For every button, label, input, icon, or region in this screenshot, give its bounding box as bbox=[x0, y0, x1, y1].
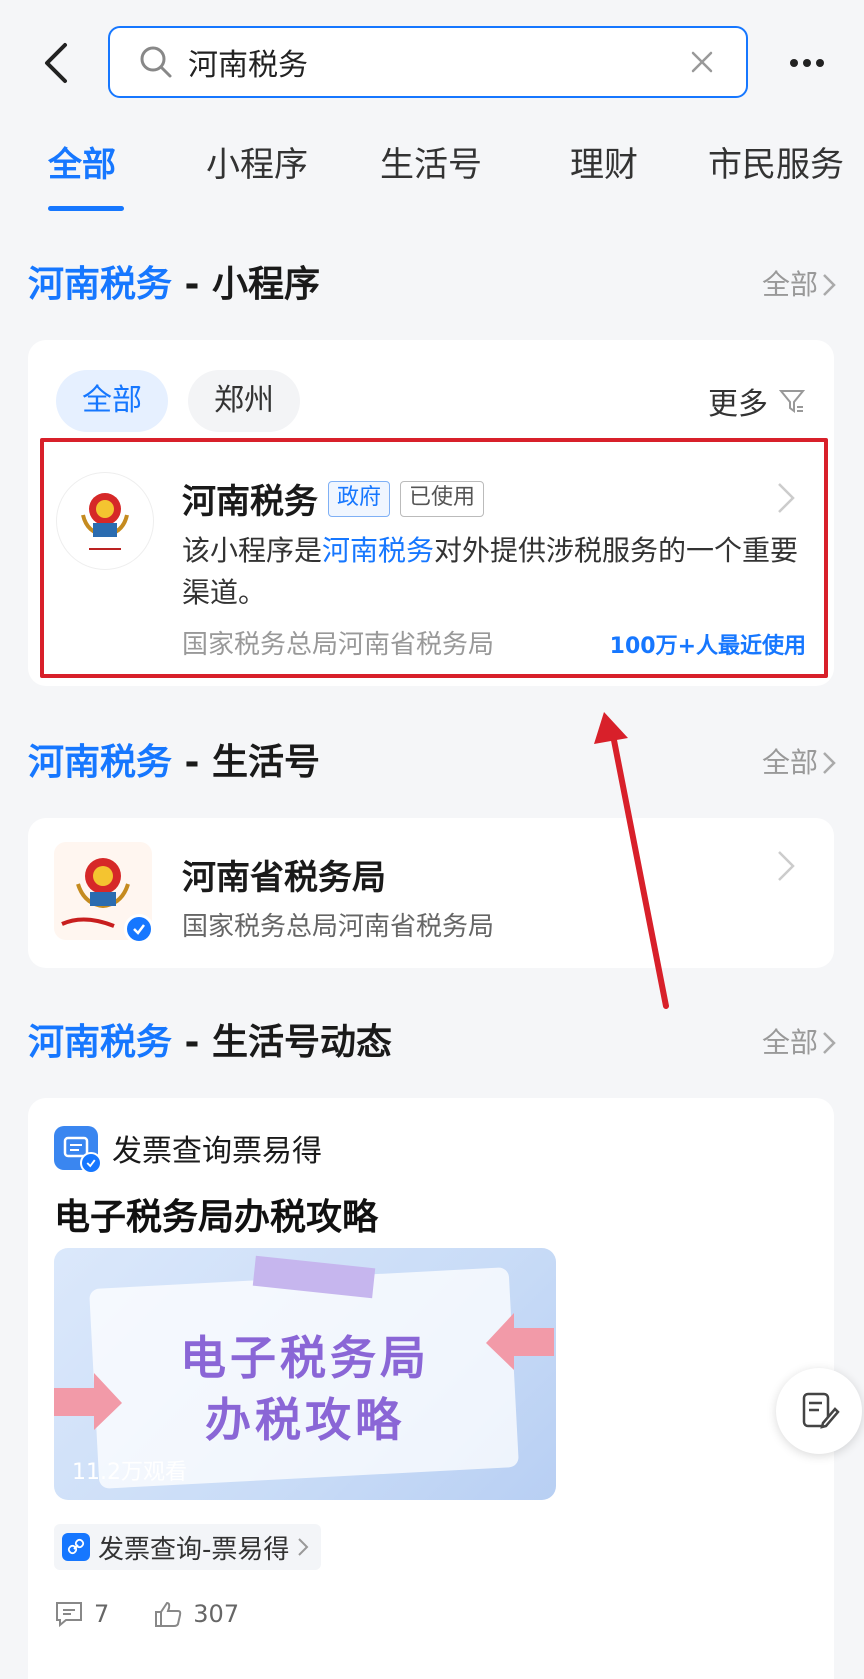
tab-mini-programs[interactable]: 小程序 bbox=[206, 140, 308, 190]
invoice-app-icon bbox=[54, 1126, 102, 1174]
life-account-avatar bbox=[54, 842, 154, 944]
filter-more-button[interactable]: 更多 bbox=[708, 370, 806, 432]
feed-account-name: 发票查询票易得 bbox=[112, 1134, 322, 1169]
mini-programs-see-all[interactable]: 全部 bbox=[762, 260, 836, 310]
feed-card[interactable]: 发票查询票易得 电子税务局办税攻略 电子税务局 办税攻略 11.2万观看 发票查… bbox=[28, 1098, 834, 1679]
feed-account-row[interactable]: 发票查询票易得 bbox=[54, 1126, 322, 1174]
chevron-right-icon bbox=[823, 752, 836, 774]
chevron-right-icon bbox=[778, 851, 795, 881]
like-count: 307 bbox=[193, 1600, 240, 1628]
thumbs-up-icon[interactable] bbox=[153, 1600, 183, 1628]
section-title-life-accounts: 河南税务 - 生活号 bbox=[28, 742, 321, 783]
tab-citizen-services[interactable]: 市民服务 bbox=[708, 140, 844, 190]
close-icon bbox=[691, 51, 713, 73]
chevron-right-icon bbox=[823, 1032, 836, 1054]
search-input[interactable]: 河南税务 bbox=[108, 26, 748, 98]
life-account-org: 国家税务总局河南省税务局 bbox=[182, 912, 495, 942]
comment-count: 7 bbox=[94, 1600, 110, 1628]
view-count: 11.2万观看 bbox=[72, 1460, 187, 1485]
active-tab-indicator bbox=[48, 206, 124, 211]
feed-video-thumbnail[interactable]: 电子税务局 办税攻略 11.2万观看 bbox=[54, 1248, 556, 1500]
tab-life-accounts[interactable]: 生活号 bbox=[380, 140, 482, 190]
life-account-title: 河南省税务局 bbox=[182, 858, 386, 898]
tab-all[interactable]: 全部 bbox=[48, 140, 116, 190]
feedback-button[interactable] bbox=[776, 1368, 862, 1454]
chevron-left-icon bbox=[45, 43, 67, 83]
ellipsis-icon bbox=[790, 59, 824, 67]
life-feed-see-all[interactable]: 全部 bbox=[762, 1018, 836, 1068]
edit-note-icon bbox=[802, 1392, 840, 1429]
comment-icon[interactable] bbox=[54, 1600, 84, 1628]
filter-icon bbox=[778, 390, 806, 413]
feed-post-title: 电子税务局办税攻略 bbox=[54, 1197, 379, 1238]
link-icon bbox=[62, 1533, 90, 1561]
section-title-life-feed: 河南税务 - 生活号动态 bbox=[28, 1022, 393, 1063]
life-accounts-see-all[interactable]: 全部 bbox=[762, 738, 836, 788]
verified-badge-icon bbox=[80, 1152, 102, 1174]
feed-source-link[interactable]: 发票查询-票易得 bbox=[54, 1524, 322, 1570]
feed-source-label: 发票查询-票易得 bbox=[98, 1534, 290, 1565]
thumbnail-text-line1: 电子税务局 bbox=[180, 1331, 430, 1385]
verified-badge-icon bbox=[124, 914, 154, 944]
feed-stats: 7 307 bbox=[54, 1600, 239, 1628]
clear-button[interactable] bbox=[682, 42, 722, 82]
thumbnail-text-line2: 办税攻略 bbox=[205, 1393, 405, 1447]
mini-program-card: 全部 郑州 更多 河南税务 政府 已使用 该小程序是河南税务对外提供涉税服务的一 bbox=[28, 340, 834, 686]
search-query: 河南税务 bbox=[188, 48, 308, 83]
section-title-mini-programs: 河南税务 - 小程序 bbox=[28, 264, 321, 305]
life-account-card[interactable]: 河南省税务局 国家税务总局河南省税务局 bbox=[28, 818, 834, 968]
annotation-highlight-box bbox=[40, 438, 828, 678]
chevron-right-icon bbox=[298, 1538, 309, 1556]
more-options-button[interactable] bbox=[784, 40, 830, 86]
filter-chip-all[interactable]: 全部 bbox=[56, 370, 168, 432]
chevron-right-icon bbox=[823, 274, 836, 296]
filter-chip-zhengzhou[interactable]: 郑州 bbox=[188, 370, 300, 432]
back-button[interactable] bbox=[36, 38, 76, 88]
search-icon bbox=[140, 46, 172, 78]
tab-wealth[interactable]: 理财 bbox=[570, 140, 638, 190]
